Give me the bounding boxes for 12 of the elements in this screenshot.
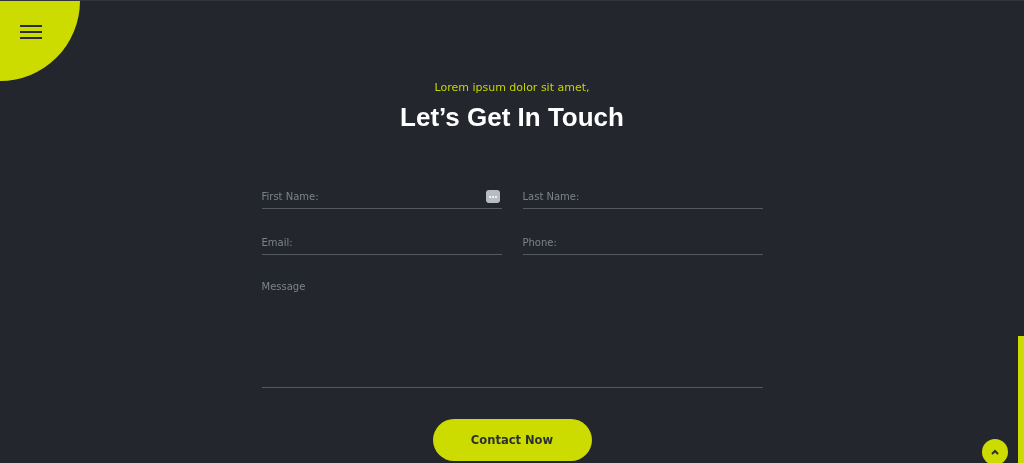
autofill-icon[interactable]: [485, 190, 500, 203]
menu-icon: [20, 25, 42, 39]
input-field[interactable]: Phone:: [522, 231, 763, 255]
message-field[interactable]: Message: [261, 277, 763, 388]
page-title: Let’s Get In Touch: [399, 102, 625, 133]
scroll-top-button[interactable]: [982, 439, 1008, 463]
input-field[interactable]: Last Name:: [522, 185, 763, 209]
menu-button[interactable]: [20, 25, 42, 39]
subtitle: Lorem ipsum dolor sit amet,: [433, 81, 591, 94]
contact-button[interactable]: Contact Now: [432, 419, 592, 461]
chevron-up-icon: [991, 449, 999, 455]
input-field[interactable]: Email:: [261, 231, 502, 255]
